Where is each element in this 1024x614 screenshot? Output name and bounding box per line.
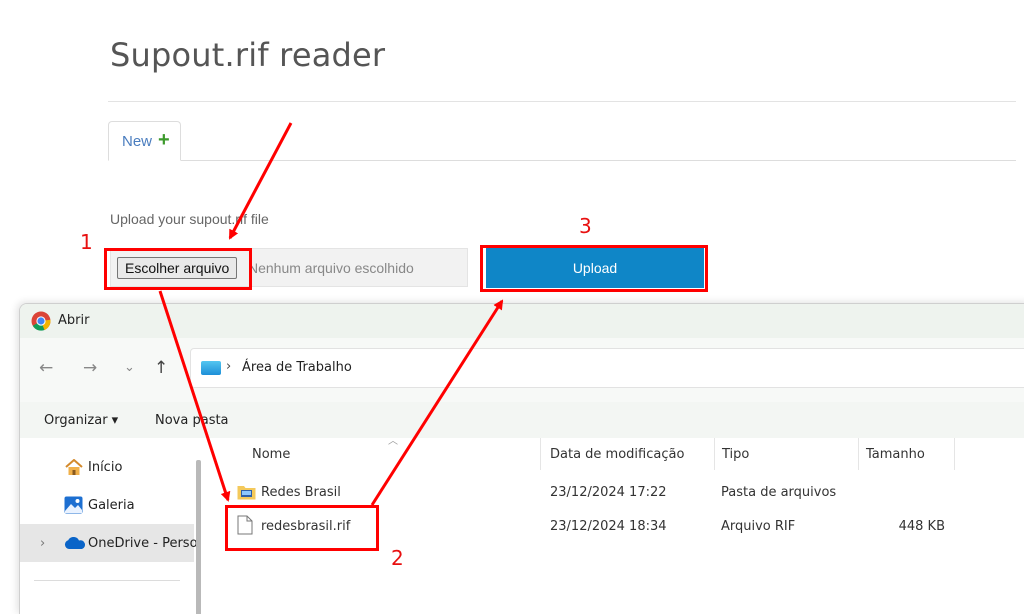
file-size: 448 KB — [898, 519, 945, 534]
column-header-modified[interactable]: Data de modificação — [550, 447, 684, 462]
forward-arrow-icon[interactable]: → — [83, 358, 97, 378]
column-divider[interactable] — [540, 438, 541, 470]
sort-ascending-icon: ︿ — [388, 436, 398, 447]
chrome-icon — [31, 311, 51, 331]
annotation-box-upload — [480, 245, 708, 292]
sidebar-item-onedrive[interactable]: › OneDrive - Perso — [20, 524, 198, 562]
file-status-text: Nenhum arquivo escolhido — [248, 260, 414, 276]
organize-button[interactable]: Organizar ▾ — [44, 413, 118, 428]
annotation-number-3: 3 — [579, 214, 592, 238]
sidebar-scrollbar[interactable] — [196, 460, 201, 614]
sidebar-divider — [34, 580, 180, 581]
file-type: Arquivo RIF — [721, 519, 796, 534]
dialog-titlebar: Abrir — [20, 304, 1024, 338]
sidebar-item-label: Galeria — [88, 497, 135, 513]
open-file-dialog: Abrir ← → ⌄ ↑ › Área de Trabalho Organiz… — [19, 303, 1024, 614]
onedrive-icon — [64, 537, 85, 549]
home-icon — [65, 459, 83, 475]
title-divider — [108, 101, 1016, 102]
tab-new-label: New — [122, 132, 153, 150]
sidebar-item-gallery[interactable]: Galeria — [20, 486, 194, 524]
new-folder-button[interactable]: Nova pasta — [155, 413, 229, 428]
annotation-number-1: 1 — [80, 230, 93, 254]
column-divider[interactable] — [714, 438, 715, 470]
file-modified: 23/12/2024 18:34 — [550, 519, 667, 534]
file-name: Redes Brasil — [261, 485, 341, 500]
up-arrow-icon[interactable]: ↑ — [154, 358, 168, 378]
dialog-title: Abrir — [58, 313, 90, 328]
desktop-icon — [201, 361, 221, 375]
column-divider[interactable] — [954, 438, 955, 470]
recent-locations-chevron-icon[interactable]: ⌄ — [124, 360, 135, 375]
folder-icon — [237, 486, 256, 500]
annotation-box-choose-file — [104, 248, 252, 290]
page-title: Supout.rif reader — [110, 36, 386, 74]
column-header-type[interactable]: Tipo — [722, 447, 749, 462]
breadcrumb-separator-icon: › — [226, 359, 232, 374]
sidebar-item-label: Início — [88, 459, 123, 475]
file-row[interactable]: Redes Brasil 23/12/2024 17:22 Pasta de a… — [220, 478, 1024, 508]
annotation-box-file — [225, 505, 379, 551]
column-divider[interactable] — [858, 438, 859, 470]
upload-label: Upload your supout.rif file — [110, 211, 269, 227]
sidebar-item-label: OneDrive - Perso — [88, 535, 198, 551]
tabs-divider — [108, 160, 1016, 161]
file-modified: 23/12/2024 17:22 — [550, 485, 667, 500]
plus-icon: + — [158, 128, 170, 151]
column-header-name[interactable]: Nome — [252, 447, 290, 462]
sidebar-item-home[interactable]: Início — [20, 448, 194, 486]
breadcrumb-desktop[interactable]: Área de Trabalho — [242, 360, 352, 375]
back-arrow-icon[interactable]: ← — [39, 358, 53, 378]
annotation-number-2: 2 — [391, 546, 404, 570]
column-header-size[interactable]: Tamanho — [866, 447, 925, 462]
file-type: Pasta de arquivos — [721, 485, 837, 500]
gallery-icon — [64, 496, 83, 514]
expand-chevron-icon[interactable]: › — [40, 536, 45, 551]
tab-new[interactable]: New + — [108, 121, 181, 161]
